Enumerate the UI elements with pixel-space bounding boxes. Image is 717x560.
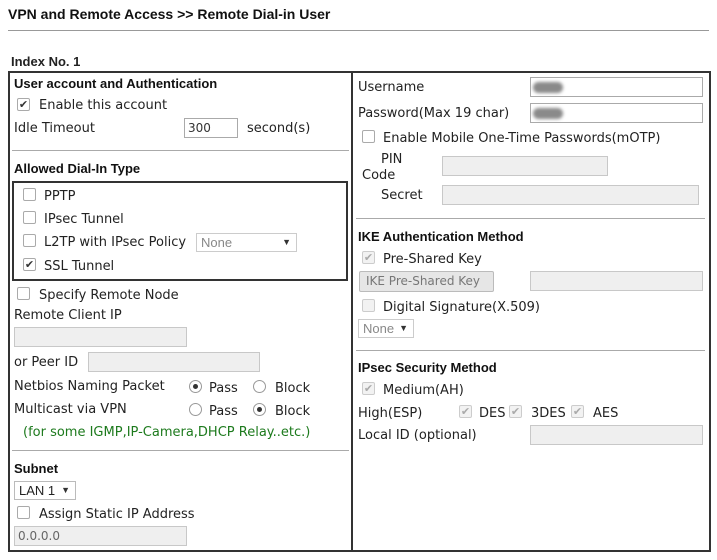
username-redaction <box>533 82 563 93</box>
medium-ah-label: Medium(AH) <box>383 383 464 398</box>
netbios-block-label: Block <box>275 381 311 396</box>
subnet-lan-select[interactable]: LAN 1 ▼ <box>14 481 76 500</box>
multicast-pass-radio[interactable] <box>189 403 202 416</box>
digital-signature-checkbox[interactable] <box>362 299 375 312</box>
netbios-pass-radio[interactable] <box>189 380 202 393</box>
static-ip-input[interactable]: 0.0.0.0 <box>14 526 187 546</box>
aes-label: AES <box>593 406 619 421</box>
title-divider <box>8 30 709 31</box>
peer-id-label: or Peer ID <box>14 355 79 370</box>
ike-section-title: IKE Authentication Method <box>358 229 524 244</box>
idle-timeout-label: Idle Timeout <box>14 121 95 136</box>
high-esp-label: High(ESP) <box>358 406 423 421</box>
multicast-block-label: Block <box>275 404 311 419</box>
pin-label-line1: PIN <box>381 152 403 167</box>
pre-shared-key-checkbox[interactable] <box>362 251 375 264</box>
ipsec-section-title: IPsec Security Method <box>358 360 497 375</box>
netbios-label: Netbios Naming Packet <box>14 379 165 394</box>
ssl-tunnel-label: SSL Tunnel <box>44 259 115 274</box>
section-divider <box>12 450 349 451</box>
ipsec-tunnel-label: IPsec Tunnel <box>44 212 124 227</box>
multicast-block-radio[interactable] <box>253 403 266 416</box>
3des-checkbox[interactable] <box>509 405 522 418</box>
subnet-section-title: Subnet <box>14 461 59 476</box>
ipsec-tunnel-checkbox[interactable] <box>23 211 36 224</box>
des-label: DES <box>479 406 506 421</box>
subnet-lan-value: LAN 1 <box>19 483 56 498</box>
motp-checkbox[interactable] <box>362 130 375 143</box>
multicast-label: Multicast via VPN <box>14 402 127 417</box>
specify-remote-node-checkbox[interactable] <box>17 287 30 300</box>
page-title: VPN and Remote Access >> Remote Dial-in … <box>8 6 331 22</box>
remote-client-ip-label: Remote Client IP <box>14 308 122 323</box>
pin-code-input[interactable] <box>442 156 608 176</box>
password-redaction <box>533 108 563 119</box>
3des-label: 3DES <box>531 406 566 421</box>
ike-pre-shared-key-button[interactable]: IKE Pre-Shared Key <box>359 271 494 292</box>
des-checkbox[interactable] <box>459 405 472 418</box>
assign-static-ip-checkbox[interactable] <box>17 506 30 519</box>
pptp-label: PPTP <box>44 189 76 204</box>
l2tp-label: L2TP with IPsec Policy <box>44 235 187 250</box>
section-divider <box>356 218 705 219</box>
secret-input[interactable] <box>442 185 699 205</box>
local-id-label: Local ID (optional) <box>358 428 477 443</box>
local-id-input[interactable] <box>530 425 703 445</box>
ssl-tunnel-checkbox[interactable] <box>23 258 36 271</box>
netbios-pass-label: Pass <box>209 381 238 396</box>
l2tp-policy-value: None <box>201 235 233 250</box>
enable-account-checkbox[interactable] <box>17 98 30 111</box>
signature-select-value: None <box>363 321 395 336</box>
pre-shared-key-input[interactable] <box>530 271 703 291</box>
pin-label-line2: Code <box>362 168 396 183</box>
multicast-pass-label: Pass <box>209 404 238 419</box>
column-divider <box>351 71 353 552</box>
triangle-down-icon: ▼ <box>399 323 408 333</box>
remote-client-ip-input[interactable] <box>14 327 187 347</box>
index-label: Index No. 1 <box>11 54 81 69</box>
pre-shared-key-label: Pre-Shared Key <box>383 252 482 267</box>
aes-checkbox[interactable] <box>571 405 584 418</box>
peer-id-input[interactable] <box>88 352 260 372</box>
dial-in-section-title: Allowed Dial-In Type <box>14 161 141 176</box>
assign-static-ip-label: Assign Static IP Address <box>39 507 195 522</box>
enable-account-label: Enable this account <box>39 98 168 113</box>
username-input[interactable] <box>530 77 703 97</box>
l2tp-policy-select[interactable]: None ▼ <box>196 233 297 252</box>
account-section-title: User account and Authentication <box>14 76 218 91</box>
multicast-hint: (for some IGMP,IP-Camera,DHCP Relay..etc… <box>23 425 311 440</box>
section-divider <box>356 350 705 351</box>
section-divider <box>12 150 349 151</box>
medium-ah-checkbox[interactable] <box>362 382 375 395</box>
idle-timeout-input[interactable]: 300 <box>184 118 238 138</box>
password-input[interactable] <box>530 103 703 123</box>
motp-label: Enable Mobile One-Time Passwords(mOTP) <box>383 131 661 146</box>
netbios-block-radio[interactable] <box>253 380 266 393</box>
idle-timeout-unit: second(s) <box>247 121 311 136</box>
triangle-down-icon: ▼ <box>282 237 291 247</box>
pptp-checkbox[interactable] <box>23 188 36 201</box>
username-label: Username <box>358 80 425 95</box>
digital-signature-label: Digital Signature(X.509) <box>383 300 541 315</box>
specify-remote-node-label: Specify Remote Node <box>39 288 179 303</box>
password-label: Password(Max 19 char) <box>358 106 510 121</box>
triangle-down-icon: ▼ <box>61 485 70 495</box>
secret-label: Secret <box>381 188 423 203</box>
signature-select[interactable]: None ▼ <box>358 319 414 338</box>
l2tp-checkbox[interactable] <box>23 234 36 247</box>
